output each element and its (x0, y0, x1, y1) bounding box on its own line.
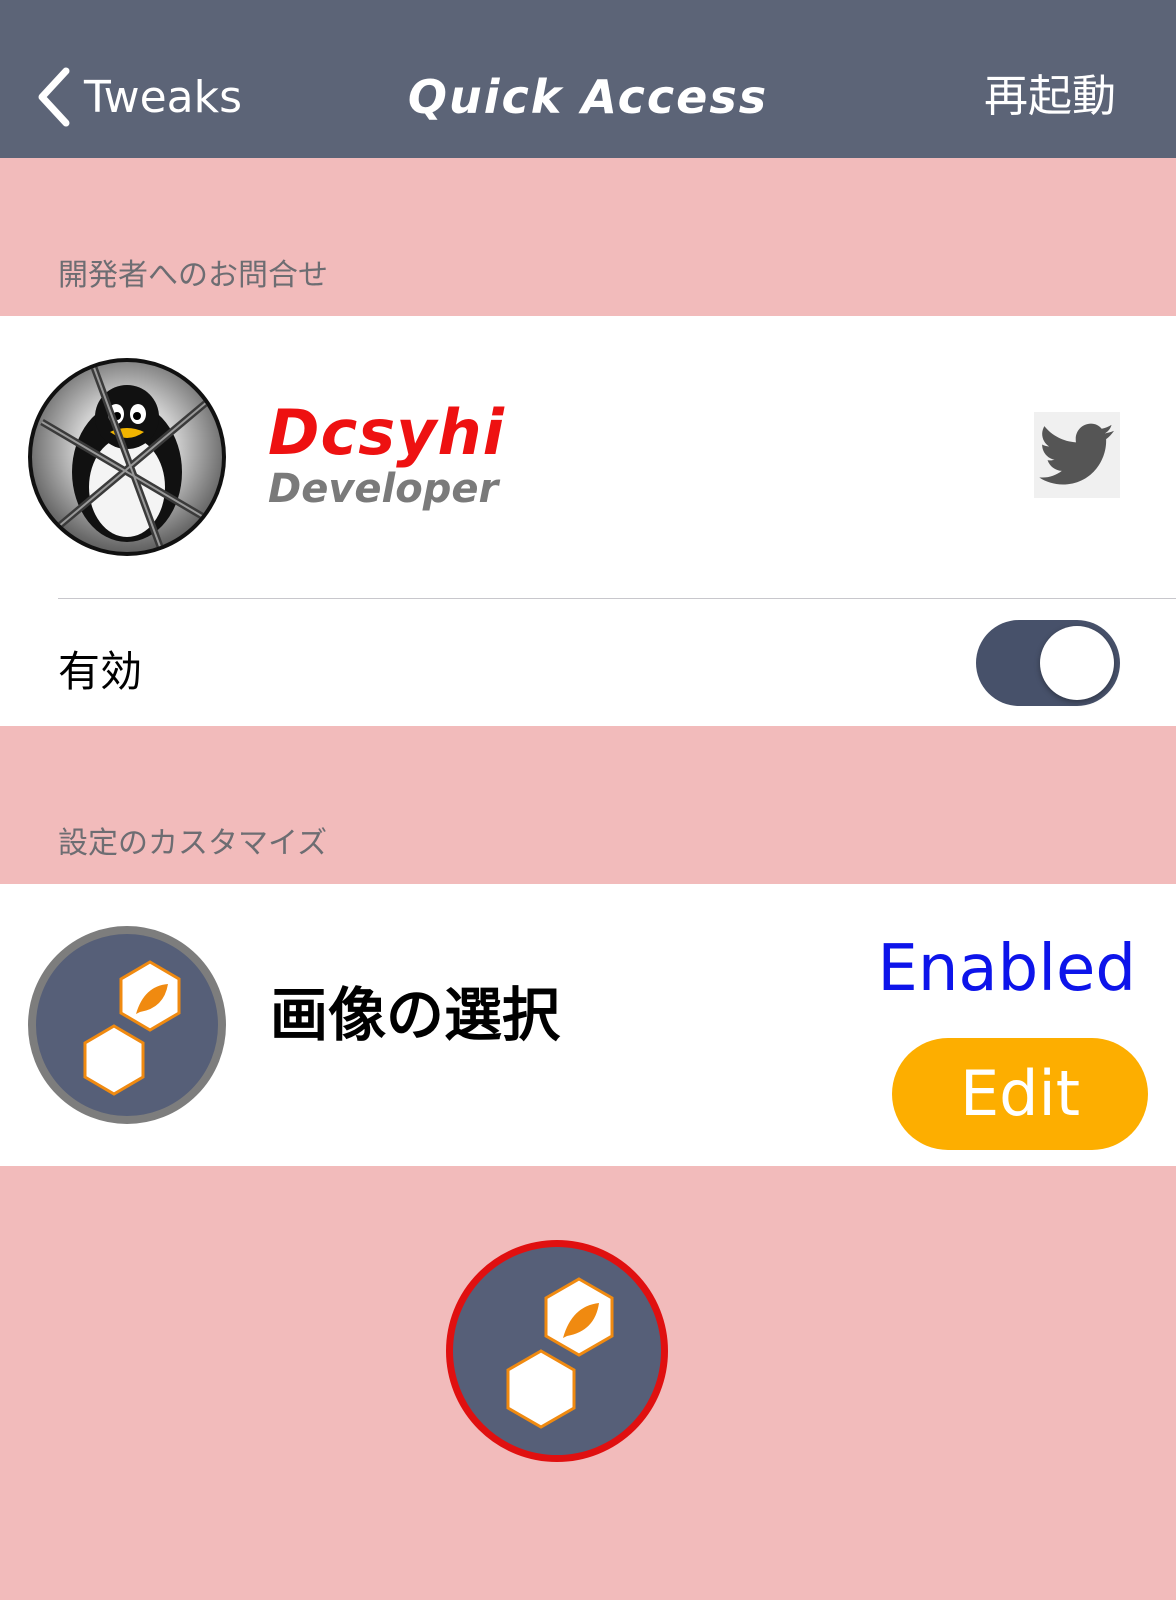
twitter-button[interactable] (1034, 412, 1120, 498)
chevron-left-icon (38, 67, 70, 127)
toggle-knob (1040, 626, 1114, 700)
back-button-label: Tweaks (84, 71, 243, 123)
hexagon-leaf-icon (506, 1277, 614, 1429)
section-header-customize: 設定のカスタマイズ (58, 826, 328, 861)
developer-group: Dcsyhi Developer 有効 (0, 316, 1176, 726)
navigation-bar: Tweaks Quick Access 再起動 (0, 0, 1176, 158)
enable-label: 有効 (58, 647, 143, 696)
edit-button[interactable]: Edit (892, 1038, 1148, 1150)
image-select-label: 画像の選択 (270, 981, 561, 1049)
respring-button[interactable]: 再起動 (984, 62, 1116, 132)
developer-role: Developer (268, 466, 499, 512)
developer-avatar (28, 358, 226, 556)
back-button[interactable]: Tweaks (36, 62, 242, 132)
status-text: Enabled (877, 932, 1136, 1006)
section-header-contact: 開発者へのお問合せ (58, 258, 328, 293)
twitter-icon (1039, 423, 1114, 485)
penguin-icon (40, 362, 214, 552)
row-separator (58, 598, 1176, 599)
developer-name: Dcsyhi (268, 396, 505, 469)
enable-toggle[interactable] (976, 620, 1120, 706)
hexagon-leaf-icon (83, 960, 181, 1096)
app-icon-avatar (28, 926, 226, 1124)
image-select-group: 画像の選択 Enabled Edit (0, 884, 1176, 1166)
preview-icon[interactable] (446, 1240, 668, 1462)
